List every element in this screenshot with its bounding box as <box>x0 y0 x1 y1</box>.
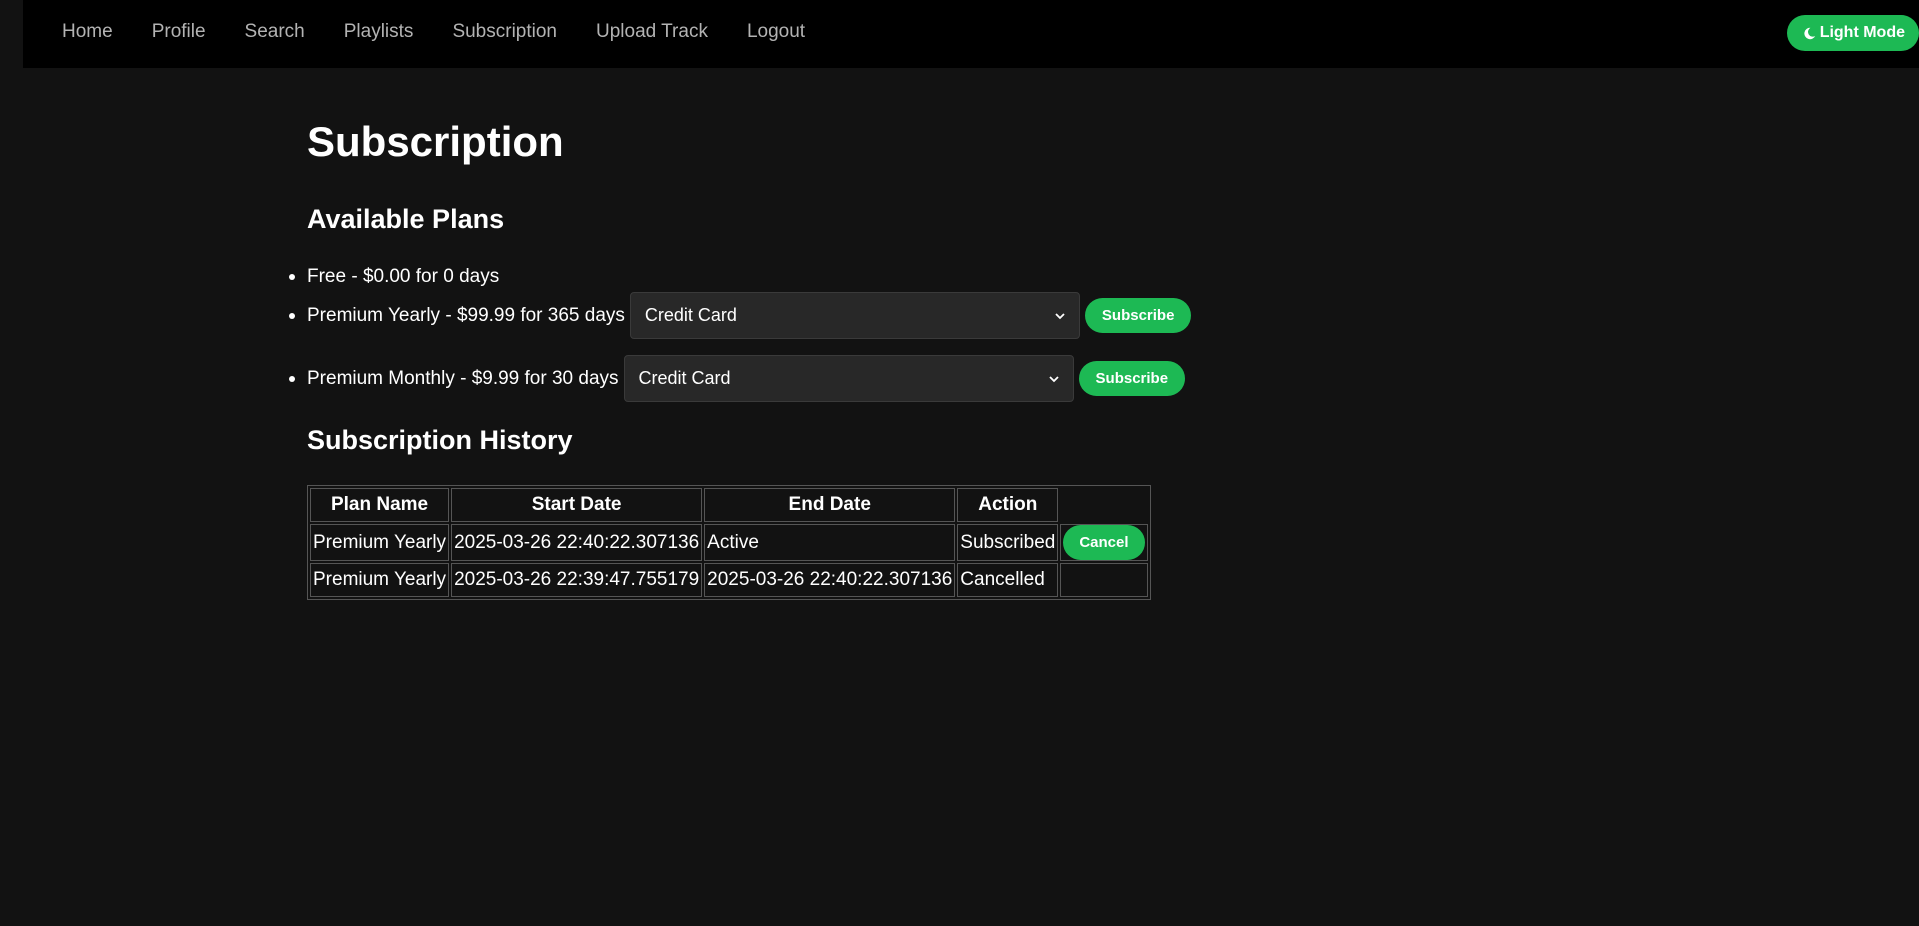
moon-icon <box>1804 27 1815 39</box>
page-title: Subscription <box>307 118 564 165</box>
table-header-row: Plan Name Start Date End Date Action <box>310 488 1148 522</box>
plan-label: Premium Monthly - $9.99 for 30 days <box>307 367 619 389</box>
column-header: Start Date <box>451 488 703 522</box>
list-bullet <box>289 375 295 382</box>
subscription-history-heading: Subscription History <box>307 425 573 455</box>
chevron-down-icon <box>1055 312 1065 319</box>
plan-name-cell: Premium Yearly <box>310 563 450 597</box>
subscribe-button[interactable]: Subscribe <box>1084 298 1192 333</box>
chevron-down-icon <box>1048 375 1059 382</box>
list-bullet <box>289 312 295 319</box>
payment-method-select[interactable]: Credit Card <box>623 355 1074 402</box>
start-date-cell: 2025-03-26 22:40:22.307136 <box>451 524 703 561</box>
table-row: Premium Yearly 2025-03-26 22:39:47.75517… <box>310 563 1148 597</box>
plan-item-premium-monthly: Premium Monthly - $9.99 for 30 days Cred… <box>289 355 1186 402</box>
theme-toggle-button[interactable]: Light Mode <box>1786 15 1919 51</box>
column-header: Plan Name <box>310 488 450 522</box>
start-date-cell: 2025-03-26 22:39:47.755179 <box>451 563 703 597</box>
nav-profile-link[interactable]: Profile <box>152 21 206 43</box>
column-header: Action <box>957 488 1059 522</box>
action-cell <box>1060 563 1148 597</box>
subscribe-button[interactable]: Subscribe <box>1078 361 1186 396</box>
column-header: End Date <box>704 488 956 522</box>
end-date-cell: 2025-03-26 22:40:22.307136 <box>704 563 956 597</box>
payment-method-value: Credit Card <box>644 305 737 325</box>
cancel-button[interactable]: Cancel <box>1063 525 1145 560</box>
table-row: Premium Yearly 2025-03-26 22:40:22.30713… <box>310 524 1148 561</box>
top-navbar: Home Profile Search Playlists Subscripti… <box>23 0 1919 68</box>
plan-item-free: Free - $0.00 for 0 days <box>289 264 500 290</box>
end-date-cell: Active <box>704 524 956 561</box>
payment-method-value: Credit Card <box>638 368 731 388</box>
status-cell: Subscribed <box>957 524 1059 561</box>
nav-logout-link[interactable]: Logout <box>747 21 805 43</box>
nav-playlists-link[interactable]: Playlists <box>344 21 414 43</box>
plan-item-premium-yearly: Premium Yearly - $99.99 for 365 days Cre… <box>289 292 1192 339</box>
payment-method-select[interactable]: Credit Card <box>629 292 1080 339</box>
subscription-history-table: Plan Name Start Date End Date Action Pre… <box>307 485 1151 600</box>
nav-search-link[interactable]: Search <box>245 21 305 43</box>
action-cell: Cancel <box>1060 524 1148 561</box>
status-cell: Cancelled <box>957 563 1059 597</box>
nav-home-link[interactable]: Home <box>62 21 113 43</box>
theme-toggle-label: Light Mode <box>1819 24 1905 41</box>
plan-label: Premium Yearly - $99.99 for 365 days <box>307 304 625 326</box>
nav-links: Home Profile Search Playlists Subscripti… <box>62 0 844 64</box>
nav-upload-track-link[interactable]: Upload Track <box>596 21 708 43</box>
nav-subscription-link[interactable]: Subscription <box>452 21 557 43</box>
plan-label: Free - $0.00 for 0 days <box>307 266 500 287</box>
plan-name-cell: Premium Yearly <box>310 524 450 561</box>
list-bullet <box>289 274 295 280</box>
available-plans-heading: Available Plans <box>307 204 505 234</box>
